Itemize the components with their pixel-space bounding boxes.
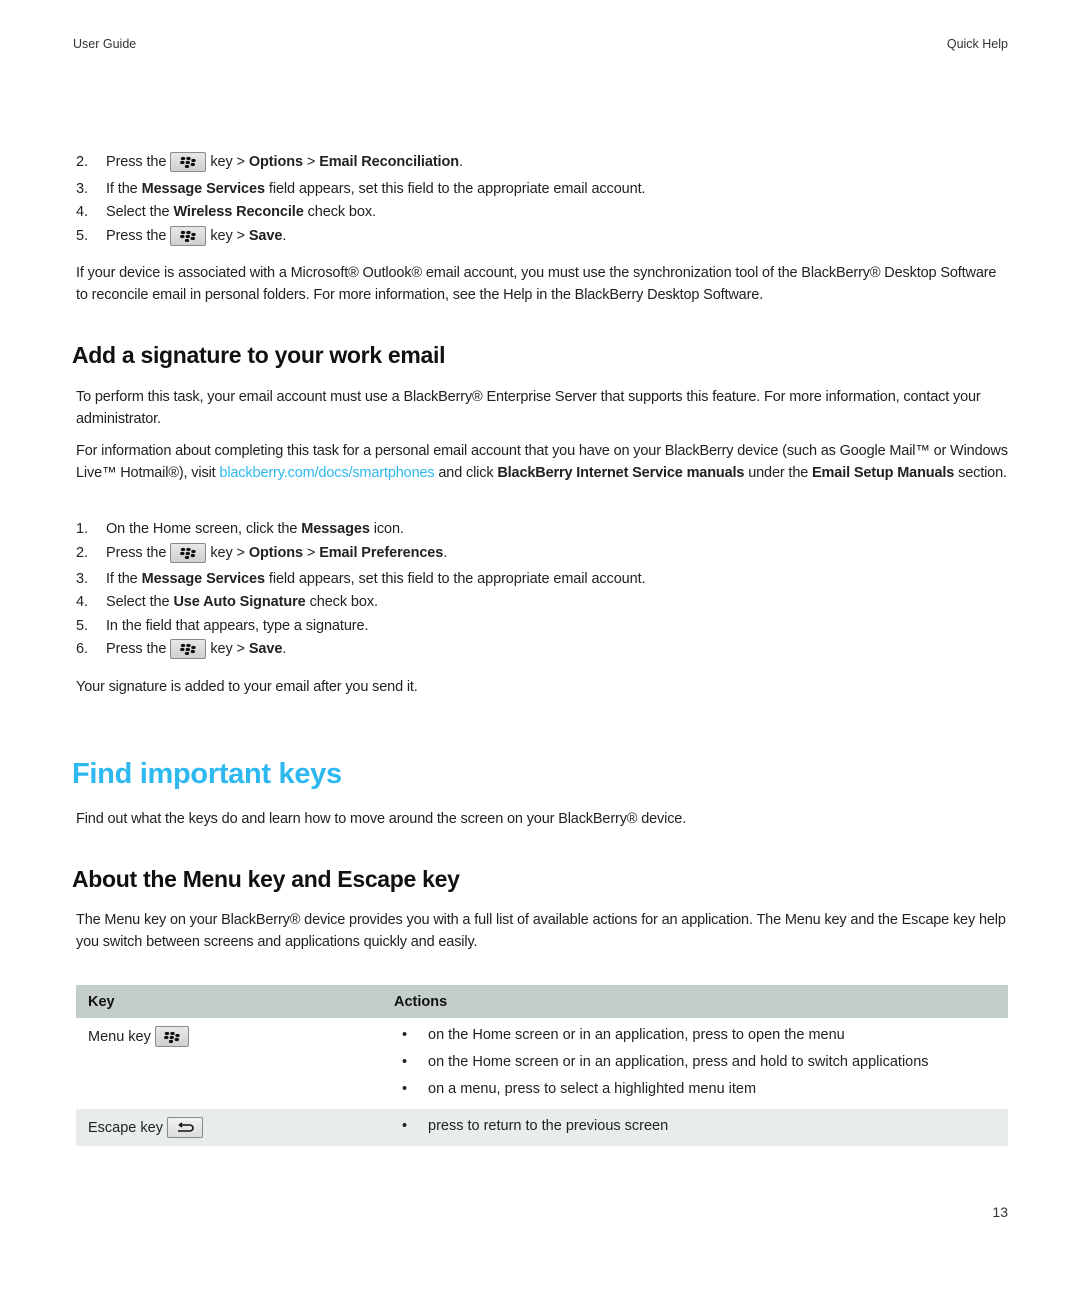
blackberry-menu-key-icon: [170, 639, 207, 659]
actions-list: • on the Home screen or in an application…: [388, 1018, 1008, 1109]
list-item: 1. On the Home screen, click the Message…: [76, 521, 404, 537]
page-number: 13: [992, 1204, 1008, 1220]
list-item: 6. Press the key > Save.: [76, 639, 287, 659]
smartphones-docs-link[interactable]: blackberry.com/docs/smartphones: [219, 465, 434, 481]
table-row: Escape key • press to return to the previ…: [76, 1109, 1008, 1146]
list-item: 5. In the field that appears, type a sig…: [76, 618, 369, 634]
signature-result: Your signature is added to your email af…: [76, 679, 418, 695]
bullet-icon: •: [402, 1118, 408, 1134]
blackberry-menu-key-icon: [170, 152, 207, 172]
chapter-intro: Find out what the keys do and learn how …: [76, 811, 687, 827]
list-item: 3. If the Message Services field appears…: [76, 181, 646, 197]
section-heading-menu-escape: About the Menu key and Escape key: [72, 866, 460, 892]
personal-account-note: For information about completing this ta…: [76, 443, 1008, 481]
actions-list: • press to return to the previous screen: [388, 1109, 1008, 1144]
column-header-actions: Actions: [388, 985, 1008, 1018]
key-name: Escape key: [88, 1119, 163, 1136]
bullet-icon: •: [402, 1054, 408, 1070]
menu-escape-intro: The Menu key on your BlackBerry® device …: [76, 912, 1006, 950]
running-header-left: User Guide: [73, 37, 137, 51]
list-item: 2. Press the key > Options > Email Recon…: [76, 152, 463, 172]
blackberry-menu-key-icon: [170, 543, 207, 563]
keys-table: Key Actions Menu key • on the Home screen…: [76, 985, 1008, 1146]
list-item: • on the Home screen or in an application…: [388, 1051, 1008, 1078]
signature-intro: To perform this task, your email account…: [76, 389, 981, 427]
outlook-note: If your device is associated with a Micr…: [76, 265, 997, 303]
list-item: • on the Home screen or in an application…: [388, 1024, 1008, 1051]
blackberry-menu-key-icon: [154, 1026, 189, 1047]
table-row: Menu key • on the Home screen or in an ap…: [76, 1018, 1008, 1109]
running-header-right: Quick Help: [946, 37, 1008, 51]
list-item: • press to return to the previous screen: [388, 1115, 1008, 1142]
bullet-icon: •: [402, 1081, 408, 1097]
escape-back-arrow-icon: [166, 1117, 203, 1138]
section-heading-signature: Add a signature to your work email: [72, 342, 446, 368]
table-header-row: Key Actions: [76, 985, 1008, 1018]
bullet-icon: •: [402, 1027, 408, 1043]
column-header-key: Key: [76, 985, 388, 1018]
list-item: 5. Press the key > Save.: [76, 226, 287, 246]
list-item: 3. If the Message Services field appears…: [76, 571, 646, 587]
list-item: 4. Select the Use Auto Signature check b…: [76, 594, 378, 610]
list-item: 4. Select the Wireless Reconcile check b…: [76, 204, 376, 220]
list-item: 2. Press the key > Options > Email Prefe…: [76, 543, 448, 563]
list-item: • on a menu, press to select a highlighte…: [388, 1078, 1008, 1105]
blackberry-menu-key-icon: [170, 226, 207, 246]
chapter-title: Find important keys: [72, 758, 342, 790]
key-name: Menu key: [88, 1028, 151, 1045]
